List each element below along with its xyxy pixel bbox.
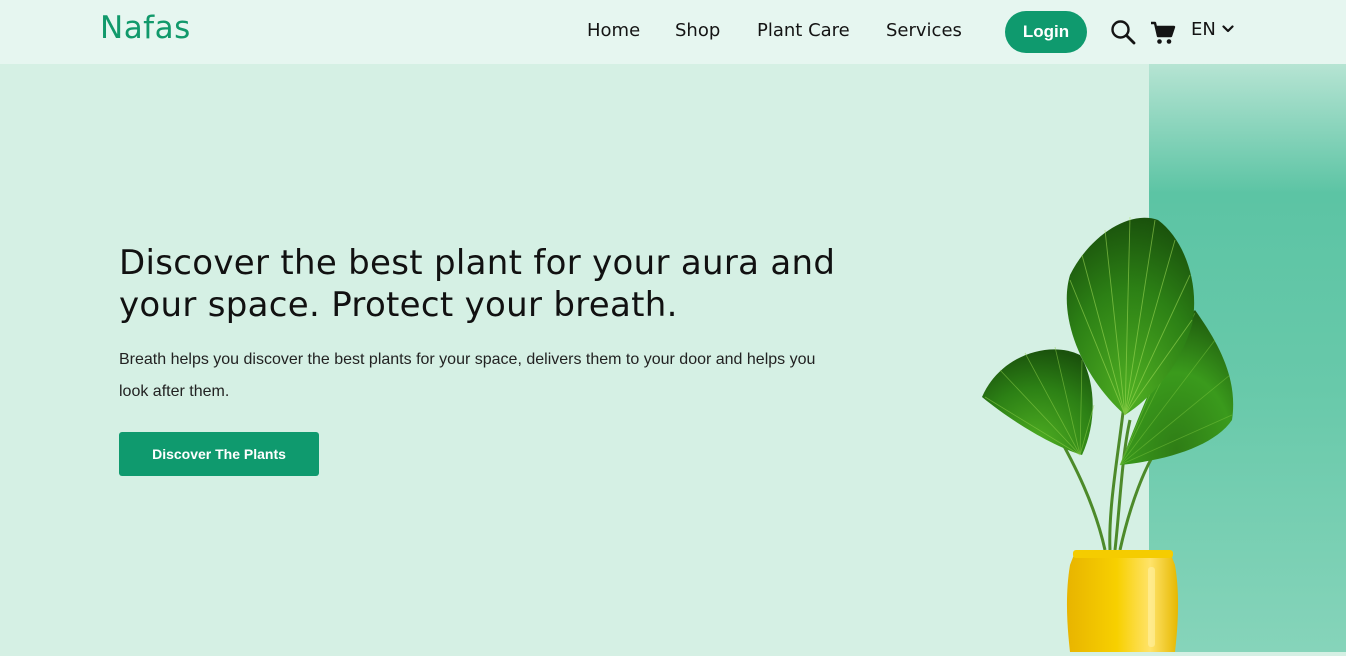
brand-logo[interactable]: Nafas bbox=[100, 10, 191, 46]
nav-link-plant-care[interactable]: Plant Care bbox=[757, 20, 850, 41]
nav-link-shop[interactable]: Shop bbox=[675, 20, 720, 41]
chevron-down-icon bbox=[1222, 19, 1234, 40]
login-button[interactable]: Login bbox=[1005, 11, 1087, 53]
nav-link-home[interactable]: Home bbox=[587, 20, 640, 41]
language-selector[interactable]: EN bbox=[1191, 19, 1234, 40]
language-label: EN bbox=[1191, 19, 1216, 40]
hero-description: Breath helps you discover the best plant… bbox=[119, 351, 816, 400]
plant-image bbox=[970, 205, 1250, 652]
discover-plants-button[interactable]: Discover The Plants bbox=[119, 432, 319, 476]
hero-title: Discover the best plant for your aura an… bbox=[119, 243, 836, 325]
navbar: Nafas Home Shop Plant Care Services Logi… bbox=[0, 0, 1346, 64]
nav-link-services[interactable]: Services bbox=[886, 20, 962, 41]
search-icon[interactable] bbox=[1110, 19, 1136, 49]
cart-icon[interactable] bbox=[1150, 20, 1176, 50]
